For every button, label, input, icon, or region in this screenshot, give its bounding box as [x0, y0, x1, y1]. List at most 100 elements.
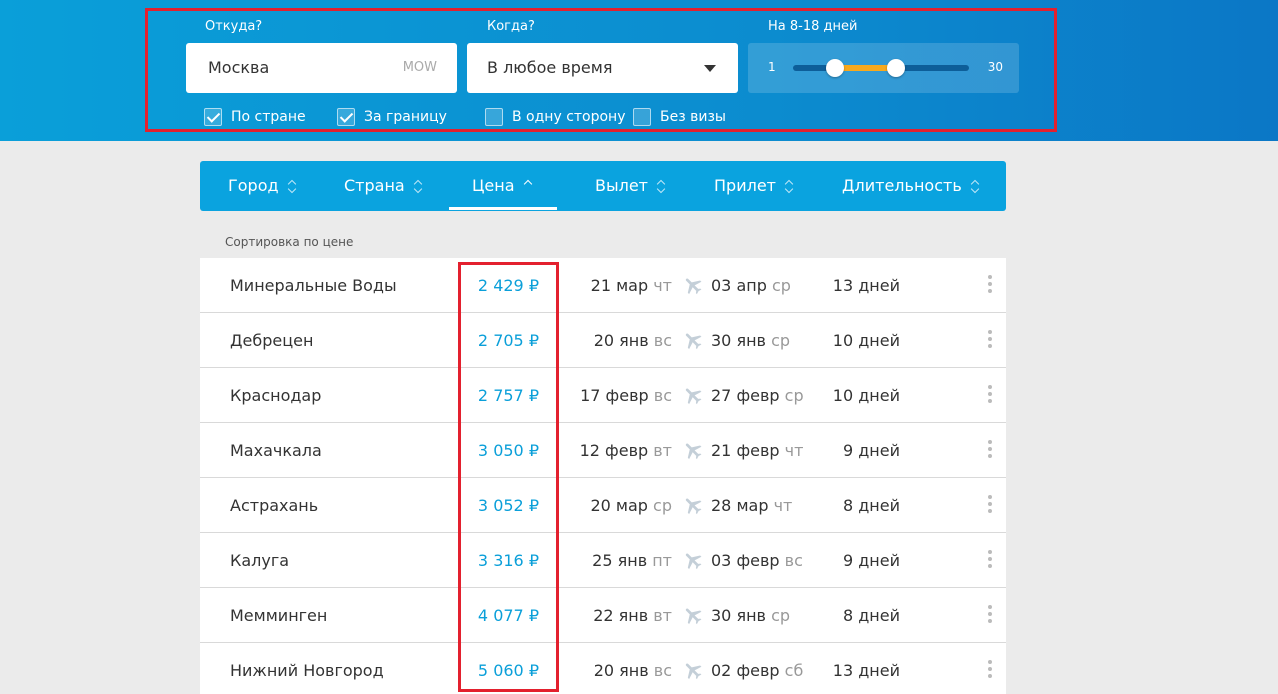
row-arrival: 03 февр вс [711, 551, 803, 570]
row-departure: 20 янв вс [594, 661, 672, 680]
tab-label: Прилет [714, 176, 776, 195]
checkbox-box[interactable] [204, 108, 222, 126]
origin-value: Москва [208, 58, 270, 77]
tab-departure[interactable]: Вылет [595, 161, 666, 211]
range-max-label: 30 [987, 60, 1003, 74]
checkbox-abroad[interactable]: За границу [337, 107, 447, 127]
row-arrival: 30 янв ср [711, 331, 790, 350]
arrival-date: 30 янв [711, 331, 766, 350]
arrival-weekday: сб [784, 661, 804, 680]
row-city: Нижний Новгород [230, 661, 384, 680]
tab-country[interactable]: Страна [344, 161, 423, 211]
departure-weekday: пт [652, 551, 672, 570]
arrival-weekday: чт [784, 441, 804, 460]
result-row[interactable]: Махачкала 3 050 ₽ 12 февр вт 21 февр чт … [200, 423, 1006, 478]
result-row[interactable]: Мемминген 4 077 ₽ 22 янв вт 30 янв ср 8 … [200, 588, 1006, 643]
plane-icon [682, 549, 704, 571]
row-city: Махачкала [230, 441, 322, 460]
departure-date: 12 февр [579, 441, 649, 460]
checkbox-label: Без визы [660, 109, 726, 125]
row-arrival: 27 февр ср [711, 386, 804, 405]
sort-tabs: Город Страна Цена Вылет Прилет Длительно… [200, 161, 1006, 211]
duration-range: 1 30 [748, 43, 1019, 93]
more-options-icon[interactable] [987, 605, 993, 627]
active-tab-indicator [449, 207, 557, 210]
departure-weekday: вс [653, 331, 672, 350]
more-options-icon[interactable] [987, 440, 993, 462]
result-row[interactable]: Минеральные Воды 2 429 ₽ 21 мар чт 03 ап… [200, 258, 1006, 313]
row-departure: 12 февр вт [580, 441, 672, 460]
row-price: 3 052 ₽ [477, 496, 539, 515]
row-departure: 21 мар чт [591, 276, 672, 295]
tab-label: Страна [344, 176, 405, 195]
row-city: Краснодар [230, 386, 322, 405]
row-departure: 25 янв пт [592, 551, 672, 570]
tab-price[interactable]: Цена [472, 161, 533, 211]
sort-icon [784, 179, 794, 193]
sort-icon [287, 179, 297, 193]
from-label: Откуда? [205, 19, 263, 34]
departure-weekday: вт [653, 606, 672, 625]
row-city: Минеральные Воды [230, 276, 397, 295]
arrival-date: 28 мар [711, 496, 769, 515]
result-row[interactable]: Нижний Новгород 5 060 ₽ 20 янв вс 02 фев… [200, 643, 1006, 694]
checkbox-label: В одну сторону [512, 109, 626, 125]
arrival-weekday: ср [771, 606, 791, 625]
checkbox-domestic[interactable]: По стране [204, 107, 306, 127]
date-select[interactable]: В любое время [467, 43, 738, 93]
more-options-icon[interactable] [987, 330, 993, 352]
arrival-weekday: ср [771, 276, 791, 295]
checkbox-one-way[interactable]: В одну сторону [485, 107, 626, 127]
more-options-icon[interactable] [987, 385, 993, 407]
departure-weekday: ср [653, 496, 672, 515]
date-select-value: В любое время [487, 58, 613, 77]
checkbox-box[interactable] [485, 108, 503, 126]
row-duration: 8 дней [842, 496, 900, 515]
plane-icon [682, 604, 704, 626]
result-row[interactable]: Дебрецен 2 705 ₽ 20 янв вс 30 янв ср 10 … [200, 313, 1006, 368]
range-thumb-min[interactable] [826, 59, 845, 77]
tab-city[interactable]: Город [228, 161, 297, 211]
departure-date: 25 янв [592, 551, 648, 570]
plane-icon [682, 439, 704, 461]
range-thumb-max[interactable] [887, 59, 906, 77]
chevron-down-icon [704, 65, 716, 72]
departure-weekday: вс [653, 386, 672, 405]
arrival-date: 30 янв [711, 606, 766, 625]
plane-icon [682, 329, 704, 351]
arrival-date: 21 февр [711, 441, 780, 460]
more-options-icon[interactable] [987, 495, 993, 517]
result-row[interactable]: Астрахань 3 052 ₽ 20 мар ср 28 мар чт 8 … [200, 478, 1006, 533]
checkbox-box[interactable] [337, 108, 355, 126]
result-row[interactable]: Калуга 3 316 ₽ 25 янв пт 03 февр вс 9 дн… [200, 533, 1006, 588]
arrival-date: 27 февр [711, 386, 780, 405]
checkbox-box[interactable] [633, 108, 651, 126]
more-options-icon[interactable] [987, 550, 993, 572]
tab-duration[interactable]: Длительность [842, 161, 980, 211]
duration-label: На 8-18 дней [768, 19, 858, 34]
origin-input[interactable]: Москва MOW [186, 43, 457, 93]
tab-label: Длительность [842, 176, 962, 195]
departure-date: 20 мар [590, 496, 648, 515]
row-city: Калуга [230, 551, 290, 570]
range-track[interactable] [793, 59, 969, 77]
arrival-date: 03 апр [711, 276, 767, 295]
row-arrival: 28 мар чт [711, 496, 792, 515]
checkbox-visa-free[interactable]: Без визы [633, 107, 726, 127]
departure-weekday: вт [653, 441, 672, 460]
result-row[interactable]: Краснодар 2 757 ₽ 17 февр вс 27 февр ср … [200, 368, 1006, 423]
tab-label: Город [228, 176, 279, 195]
departure-weekday: вс [653, 661, 672, 680]
row-price: 3 050 ₽ [477, 441, 539, 460]
more-options-icon[interactable] [987, 660, 993, 682]
arrival-weekday: ср [771, 331, 791, 350]
row-arrival: 21 февр чт [711, 441, 803, 460]
row-duration: 13 дней [832, 661, 900, 680]
tab-arrival[interactable]: Прилет [714, 161, 794, 211]
row-departure: 20 мар ср [590, 496, 672, 515]
row-price: 5 060 ₽ [477, 661, 539, 680]
range-min-label: 1 [768, 60, 776, 74]
sort-caption: Сортировка по цене [225, 235, 354, 249]
row-departure: 17 февр вс [580, 386, 672, 405]
more-options-icon[interactable] [987, 275, 993, 297]
